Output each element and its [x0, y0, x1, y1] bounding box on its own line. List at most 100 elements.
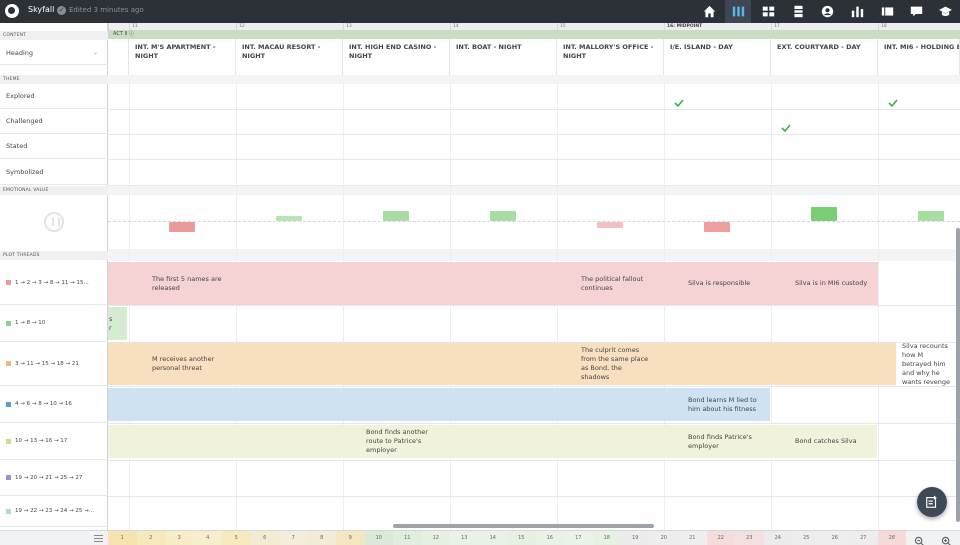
outline-view-icon[interactable] — [785, 0, 811, 23]
minimap-scene[interactable]: 9 — [336, 531, 365, 545]
plot-threads-section-label: PLOT THREADS — [0, 251, 108, 260]
menu-icon[interactable] — [94, 535, 103, 542]
scene-number: 14 — [450, 23, 557, 30]
story-card[interactable]: M receives another personal threat — [146, 343, 236, 385]
thread-row[interactable]: 19 → 22 → 23 → 24 → 25 →... — [0, 496, 108, 527]
minimap-scene[interactable]: 28 — [877, 531, 906, 545]
row-divider — [108, 496, 960, 497]
story-card[interactable]: The culprit comes from the same place as… — [575, 343, 655, 385]
emotional-value-bar[interactable] — [597, 222, 623, 228]
minimap-scene[interactable]: 17 — [564, 531, 593, 545]
thread-row[interactable]: 4 → 6 → 8 → 10 → 16 — [0, 386, 108, 423]
minimap-scene[interactable]: 13 — [450, 531, 479, 545]
minimap-scene[interactable]: 23 — [735, 531, 764, 545]
minimap-scene[interactable]: 12 — [421, 531, 450, 545]
minimap-scene[interactable]: 4 — [193, 531, 222, 545]
emotional-value-bar[interactable] — [276, 215, 302, 221]
app-logo-icon[interactable] — [5, 4, 19, 18]
timeline-minimap: 1 2 3 4 5 6 7 8 9 10 11 12 13 14 15 16 17 18 19 20 21 22 23 24 2… — [0, 530, 960, 545]
thread-row[interactable]: 19 → 20 → 21 → 25 → 27 — [0, 460, 108, 496]
horizontal-scroll-thumb[interactable] — [393, 524, 654, 528]
minimap-scene[interactable]: 6 — [250, 531, 279, 545]
vertical-scroll-thumb[interactable] — [956, 228, 960, 522]
thread-label: 1 → 8 → 10 — [15, 320, 46, 326]
minimap-scene[interactable]: 10 — [364, 531, 393, 545]
column-divider — [236, 82, 237, 530]
beat-grid: 11 12 13 14 15 16: MIDPOINT 17 18 ACT II… — [108, 23, 960, 530]
minimap-scene[interactable]: 20 — [649, 531, 678, 545]
emotional-value-bar[interactable] — [490, 211, 516, 221]
project-title[interactable]: Skyfall — [28, 5, 54, 14]
row-divider — [108, 185, 960, 186]
scene-number — [108, 23, 129, 30]
story-card[interactable]: The first 5 names are released — [146, 262, 236, 305]
thread-swatch — [6, 475, 11, 480]
minimap-scene[interactable]: 5 — [222, 531, 251, 545]
characters-icon[interactable] — [814, 0, 840, 23]
minimap-scene[interactable]: 15 — [507, 531, 536, 545]
content-select[interactable]: Heading ⌄ — [0, 41, 108, 65]
check-icon[interactable] — [888, 93, 898, 108]
thread-row[interactable]: 1 → 8 → 10 — [0, 305, 108, 342]
column-divider — [878, 82, 879, 530]
emotional-value-bar[interactable] — [383, 211, 409, 221]
saved-check-icon: ✓ — [57, 6, 66, 15]
story-card[interactable]: Silva recounts how M betrayed him and wh… — [896, 342, 960, 386]
thread-swatch — [6, 438, 11, 444]
thread-label: 19 → 22 → 23 → 24 → 25 →... — [15, 508, 95, 514]
thread-bar[interactable] — [108, 388, 770, 421]
story-card[interactable]: Silva is in MI6 custody — [789, 262, 879, 305]
minimap-scene[interactable]: 8 — [307, 531, 336, 545]
minimap-scene[interactable]: 22 — [706, 531, 735, 545]
emotional-value-bar[interactable] — [169, 222, 195, 232]
emotional-value-bar[interactable] — [811, 206, 837, 221]
cards-icon[interactable] — [874, 0, 900, 23]
story-card[interactable]: Silva is responsible — [682, 262, 772, 305]
home-icon[interactable] — [696, 0, 722, 23]
minimap-scene[interactable]: 3 — [165, 531, 194, 545]
column-divider — [343, 82, 344, 530]
thread-swatch — [6, 280, 11, 285]
act-bar[interactable]: ACT II ⓘ — [108, 30, 960, 39]
minimap-scene[interactable]: 1 — [108, 531, 137, 545]
story-card[interactable]: Bond catches Silva — [789, 425, 879, 458]
minimap-scene[interactable]: 24 — [763, 531, 792, 545]
minimap-scene[interactable]: 18 — [592, 531, 621, 545]
minimap-scene[interactable]: 11 — [393, 531, 422, 545]
minimap-scene[interactable]: 25 — [792, 531, 821, 545]
add-card-button[interactable] — [917, 487, 947, 517]
thread-swatch — [6, 361, 11, 366]
grid-view-icon[interactable] — [755, 0, 781, 23]
thread-row[interactable]: 10 → 13 → 16 → 17 — [0, 423, 108, 460]
check-icon[interactable] — [781, 118, 791, 133]
row-divider — [108, 423, 960, 424]
learn-icon[interactable] — [932, 0, 958, 23]
scene-number-midpoint: 16: MIDPOINT — [664, 23, 771, 30]
check-icon[interactable] — [674, 93, 684, 108]
minimap-scene[interactable]: 27 — [849, 531, 878, 545]
zoom-out-icon[interactable] — [914, 532, 928, 545]
chevron-down-icon: ⌄ — [92, 49, 98, 56]
minimap-scene[interactable]: 26 — [820, 531, 849, 545]
story-card[interactable]: Bond finds Patrice's employer — [682, 425, 772, 458]
emotional-value-bar[interactable] — [918, 211, 944, 221]
minimap-scene[interactable]: 14 — [478, 531, 507, 545]
minimap-scene[interactable]: 21 — [678, 531, 707, 545]
emotional-value-bar[interactable] — [704, 222, 730, 232]
chat-icon[interactable] — [903, 0, 929, 23]
minimap-scene[interactable]: 7 — [279, 531, 308, 545]
minimap-scene[interactable]: 2 — [136, 531, 165, 545]
minimap-scene[interactable]: 16 — [535, 531, 564, 545]
thread-label: 10 → 13 → 16 → 17 — [15, 438, 68, 444]
thread-row[interactable]: 1 → 2 → 3 → 8 → 11 → 15... — [0, 261, 108, 305]
columns-view-icon[interactable] — [725, 0, 751, 23]
story-card[interactable]: Bond learns M lied to him about his fitn… — [682, 388, 770, 421]
story-card[interactable]: The political fallout continues — [575, 262, 665, 305]
thread-row[interactable]: 3 → 11 → 15 → 18 → 21 — [0, 342, 108, 386]
story-card[interactable]: Bond finds another route to Patrice's em… — [360, 425, 450, 458]
zoom-in-icon[interactable] — [941, 532, 955, 545]
column-divider — [129, 82, 130, 530]
minimap-scene[interactable]: 19 — [621, 531, 650, 545]
charts-icon[interactable] — [844, 0, 870, 23]
story-card[interactable]: s r — [108, 307, 127, 340]
